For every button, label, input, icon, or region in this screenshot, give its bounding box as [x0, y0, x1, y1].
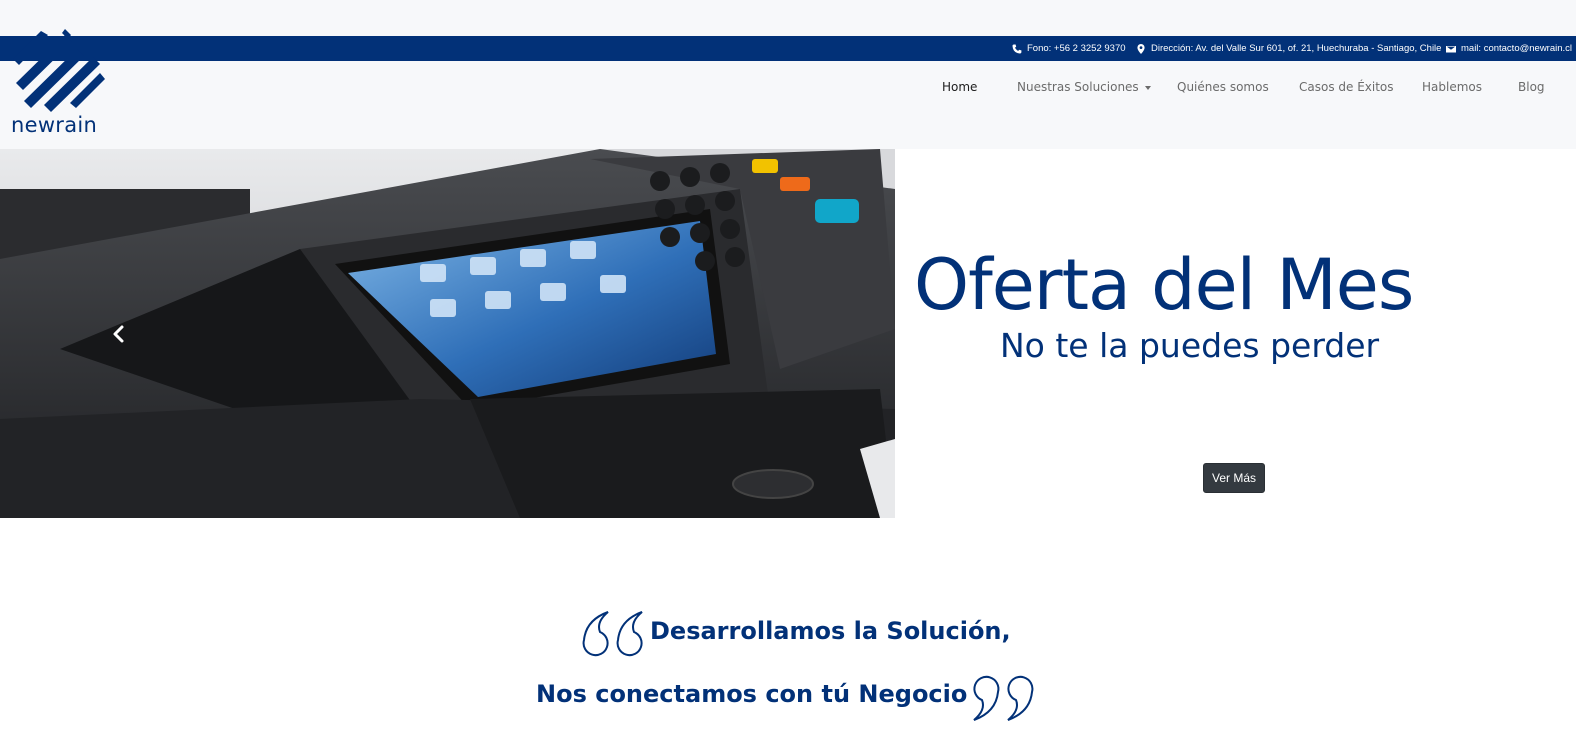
ver-mas-button[interactable]: Ver Más: [1203, 463, 1265, 493]
hero-subtitle: No te la puedes perder: [1000, 326, 1380, 365]
map-marker-icon: [1137, 43, 1145, 54]
phone-text: Fono: +56 2 3252 9370: [1027, 43, 1126, 54]
nav-soluciones[interactable]: Nuestras Soluciones: [1017, 80, 1151, 94]
quote-open-icon: [582, 611, 643, 657]
email-text: mail: contacto@newrain.cl: [1461, 43, 1573, 54]
quote-close-icon: [973, 675, 1034, 721]
phone-icon: [1012, 44, 1022, 53]
chevron-down-icon: [1144, 85, 1151, 90]
carousel-prev-button[interactable]: [108, 323, 130, 345]
top-spacer: [0, 0, 1576, 36]
contact-email[interactable]: mail: contacto@newrain.cl: [1446, 43, 1572, 54]
contact-phone[interactable]: Fono: +56 2 3252 9370: [1012, 43, 1126, 54]
printer-image: [0, 149, 895, 518]
hero-title: Oferta del Mes: [914, 244, 1414, 326]
tagline-line1: Desarrollamos la Solución,: [650, 617, 1011, 645]
nav-quienes-somos[interactable]: Quiénes somos: [1177, 80, 1269, 94]
nav-soluciones-label: Nuestras Soluciones: [1017, 80, 1139, 94]
tagline-line2: Nos conectamos con tú Negocio: [536, 680, 968, 708]
nav-home[interactable]: Home: [942, 80, 977, 94]
chevron-left-icon: [113, 325, 124, 343]
contact-bar: Fono: +56 2 3252 9370 Dirección: Av. del…: [0, 36, 1576, 61]
envelope-icon: [1446, 45, 1456, 52]
navbar: [0, 61, 1576, 149]
nav-hablemos[interactable]: Hablemos: [1422, 80, 1482, 94]
contact-address[interactable]: Dirección: Av. del Valle Sur 601, of. 21…: [1136, 43, 1441, 54]
hero-carousel: Oferta del Mes No te la puedes perder Ve…: [0, 149, 1576, 518]
nav-blog[interactable]: Blog: [1518, 80, 1545, 94]
logo-text: newrain: [11, 113, 98, 137]
address-text: Dirección: Av. del Valle Sur 601, of. 21…: [1151, 43, 1442, 54]
nav-casos-exitos[interactable]: Casos de Éxitos: [1299, 80, 1394, 94]
